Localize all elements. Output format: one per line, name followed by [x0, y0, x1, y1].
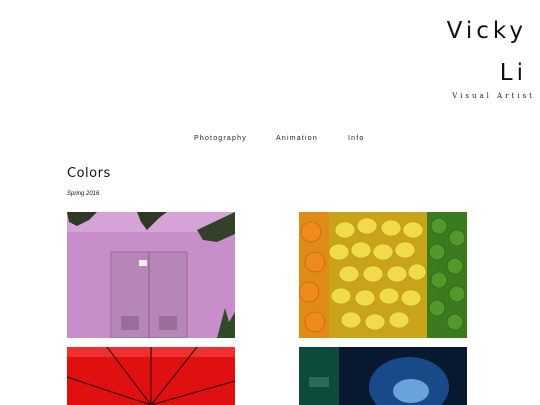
nav-photography[interactable]: Photography: [194, 135, 247, 142]
photo-blue-lights-image: [299, 347, 467, 405]
photo-red-umbrella[interactable]: [67, 347, 235, 405]
photo-lemons-image: [299, 212, 467, 338]
site-title[interactable]: Vicky Li: [447, 10, 527, 94]
site-title-first-name: Vicky: [446, 18, 527, 44]
photo-lemons[interactable]: [299, 212, 467, 338]
photo-red-umbrella-image: [67, 347, 235, 405]
photo-blue-lights[interactable]: [299, 347, 467, 405]
main-nav: Photography Animation Info: [0, 135, 540, 147]
site-tagline: Visual Artist: [452, 92, 535, 100]
nav-animation[interactable]: Animation: [276, 135, 318, 142]
gallery-date: Spring 2016: [67, 191, 100, 197]
photo-pink-doors[interactable]: [67, 212, 235, 338]
nav-info[interactable]: Info: [348, 135, 364, 142]
photo-pink-doors-image: [67, 212, 235, 338]
gallery-title: Colors: [67, 166, 111, 181]
site-title-last-name: Li: [499, 60, 527, 86]
